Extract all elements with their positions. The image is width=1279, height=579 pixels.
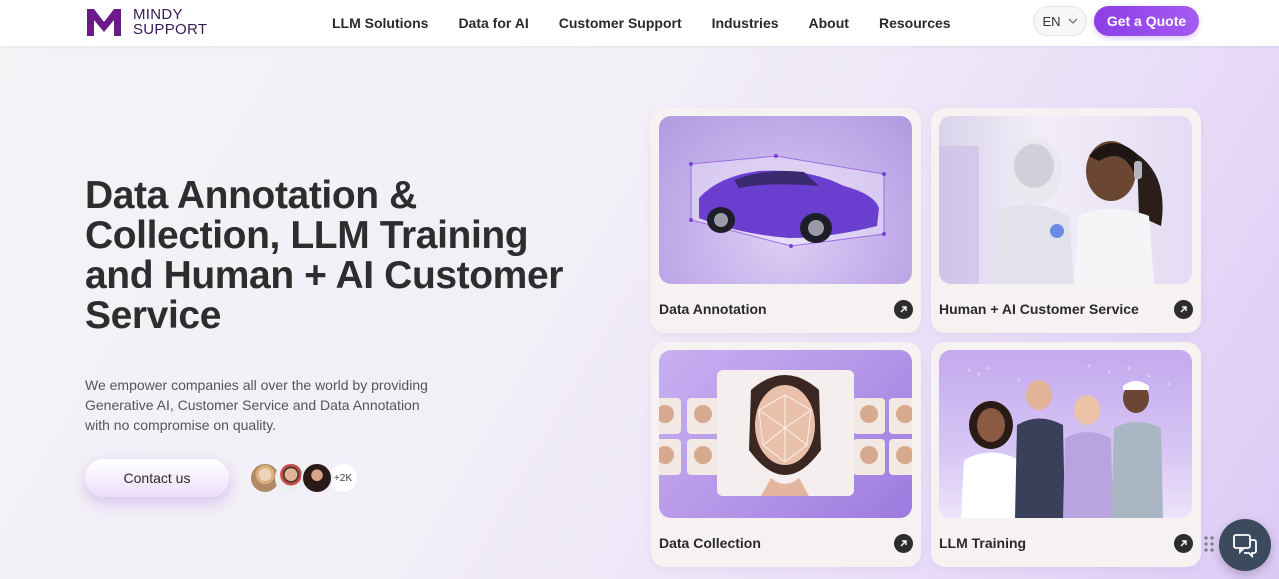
nav-data-for-ai[interactable]: Data for AI <box>458 15 528 31</box>
professionals-group-illustration <box>961 364 1171 518</box>
card-label: Data Collection <box>659 535 761 551</box>
drag-handle-icon[interactable] <box>1203 535 1215 553</box>
car-annotation-illustration <box>689 154 886 248</box>
nav-about[interactable]: About <box>809 15 849 31</box>
chat-widget-button[interactable] <box>1219 519 1271 571</box>
card-llm-training[interactable]: LLM Training <box>931 342 1201 567</box>
logo[interactable]: MINDY SUPPORT <box>85 6 207 38</box>
card-label: LLM Training <box>939 535 1027 551</box>
get-a-quote-button[interactable]: Get a Quote <box>1094 6 1199 36</box>
card-image-face-grid <box>659 350 912 518</box>
logo-line1: MINDY <box>133 6 183 23</box>
hero-title: Data Annotation & Collection, LLM Traini… <box>85 174 564 337</box>
arrow-up-right-icon[interactable] <box>1174 300 1193 319</box>
logo-mark-icon <box>87 9 121 36</box>
card-label: Human + AI Customer Service <box>939 301 1139 317</box>
chat-bubble-icon <box>1233 534 1257 558</box>
face-recognition-illustration <box>659 370 912 496</box>
arrow-up-right-icon[interactable] <box>894 534 913 553</box>
site-header: MINDY SUPPORT LLM Solutions Data for AI … <box>0 0 1279 46</box>
nav-resources[interactable]: Resources <box>879 15 951 31</box>
language-selector[interactable]: EN <box>1033 6 1087 36</box>
robot-and-agent-illustration <box>939 137 1163 284</box>
card-data-annotation[interactable]: Data Annotation <box>651 108 921 333</box>
nav-industries[interactable]: Industries <box>712 15 779 31</box>
avatar-group: +2K <box>249 462 359 494</box>
contact-us-button[interactable]: Contact us <box>85 459 229 497</box>
language-label: EN <box>1042 13 1061 29</box>
card-image-car <box>659 116 912 284</box>
arrow-up-right-icon[interactable] <box>1174 534 1193 553</box>
avatar <box>301 462 333 494</box>
main-nav: LLM Solutions Data for AI Customer Suppo… <box>332 0 981 46</box>
chevron-down-icon <box>1068 18 1077 24</box>
card-image-robot-agent <box>939 116 1192 284</box>
logo-text: MINDY SUPPORT <box>133 7 207 37</box>
card-data-collection[interactable]: Data Collection <box>651 342 921 567</box>
nav-llm-solutions[interactable]: LLM Solutions <box>332 15 428 31</box>
nav-customer-support[interactable]: Customer Support <box>559 15 682 31</box>
logo-line2: SUPPORT <box>133 21 208 38</box>
arrow-up-right-icon[interactable] <box>894 300 913 319</box>
card-label: Data Annotation <box>659 301 767 317</box>
hero-subtitle: We empower companies all over the world … <box>85 377 428 433</box>
card-image-professionals <box>939 350 1192 518</box>
card-human-ai-customer-service[interactable]: Human + AI Customer Service <box>931 108 1201 333</box>
